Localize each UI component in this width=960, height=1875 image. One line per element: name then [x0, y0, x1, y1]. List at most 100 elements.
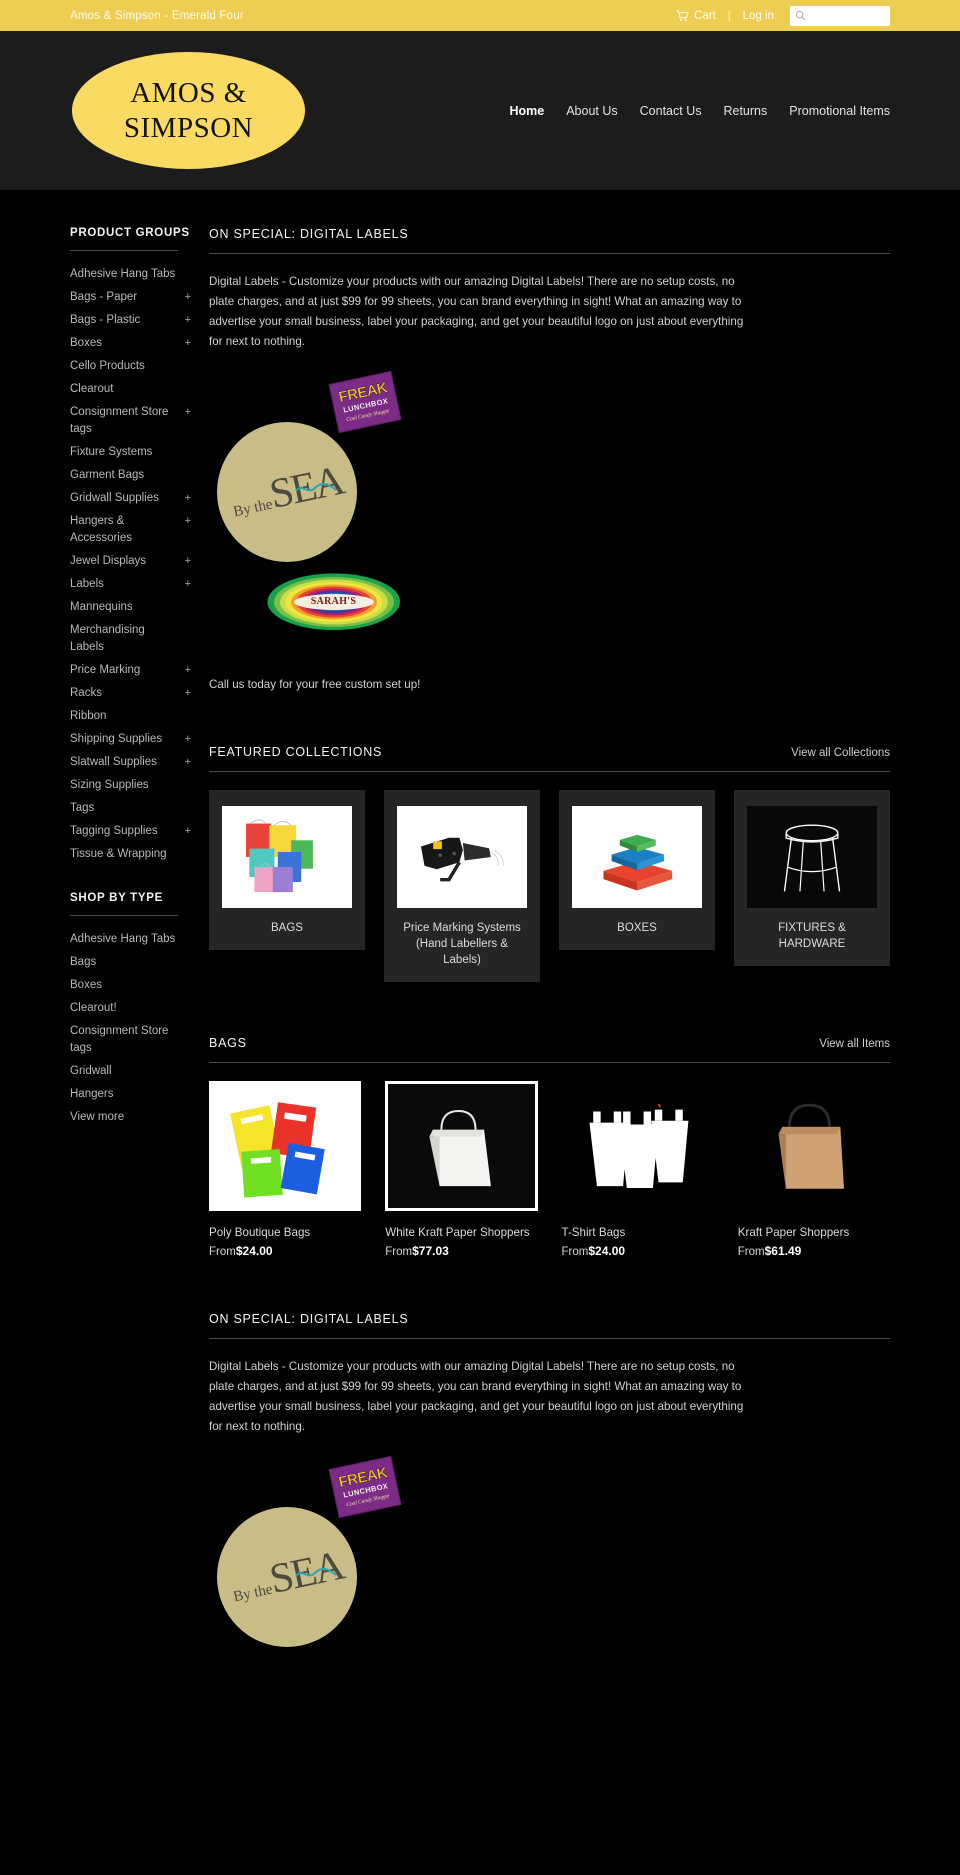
expand-icon[interactable]: + — [185, 490, 191, 507]
shop-type-item-boxes[interactable]: Boxes — [70, 974, 191, 997]
shop-type-item-gridwall[interactable]: Gridwall — [70, 1060, 191, 1083]
sidebar-item-merchandising-labels[interactable]: Merchandising Labels — [70, 619, 191, 659]
nav-item-home[interactable]: Home — [509, 104, 544, 118]
topbar-divider: | — [727, 9, 731, 22]
collection-card-bags[interactable]: BAGS — [209, 790, 365, 950]
site-logo[interactable]: AMOS & SIMPSON — [72, 52, 305, 169]
sidebar-item-hangers-accessories[interactable]: Hangers & Accessories + — [70, 510, 191, 550]
expand-icon[interactable]: + — [185, 685, 191, 702]
sidebar-item-slatwall-supplies[interactable]: Slatwall Supplies + — [70, 751, 191, 774]
search-input[interactable] — [809, 10, 885, 21]
sidebar-item-tags[interactable]: Tags — [70, 797, 191, 820]
sidebar-item-adhesive-hang-tabs[interactable]: Adhesive Hang Tabs — [70, 263, 191, 286]
stacked-boxes-icon — [603, 834, 673, 891]
expand-icon[interactable]: + — [185, 553, 191, 570]
expand-icon[interactable]: + — [185, 404, 191, 421]
cart-button[interactable]: Cart — [676, 10, 716, 22]
sidebar-item-ribbon[interactable]: Ribbon — [70, 705, 191, 728]
sidebar-item-garment-bags[interactable]: Garment Bags — [70, 464, 191, 487]
product-name: White Kraft Paper Shoppers — [385, 1226, 530, 1239]
section-divider — [209, 771, 890, 772]
shopping-cart-icon — [676, 9, 689, 22]
product-thumb — [562, 1081, 714, 1211]
nav-item-promotional-items[interactable]: Promotional Items — [789, 104, 890, 118]
sidebar-item-fixture-systems[interactable]: Fixture Systems — [70, 441, 191, 464]
product-card-poly-boutique-bags[interactable]: Poly Boutique Bags From$24.00 — [209, 1081, 362, 1258]
shop-type-item-adhesive-hang-tabs[interactable]: Adhesive Hang Tabs — [70, 928, 191, 951]
expand-icon[interactable]: + — [185, 576, 191, 593]
kraft-paper-shopper-icon — [778, 1103, 844, 1189]
sidebar-item-label: Tissue & Wrapping — [70, 848, 167, 860]
collection-thumb — [747, 806, 877, 908]
section-bags-products: BAGS View all Items Poly Boutique Bags F… — [209, 1036, 890, 1258]
nav-item-returns[interactable]: Returns — [723, 104, 767, 118]
sidebar-item-sizing-supplies[interactable]: Sizing Supplies — [70, 774, 191, 797]
collection-thumb — [572, 806, 702, 908]
main-navigation: Home About Us Contact Us Returns Promoti… — [509, 104, 890, 118]
sidebar-item-consignment-store-tags[interactable]: Consignment Store tags + — [70, 401, 191, 441]
shop-type-item-bags[interactable]: Bags — [70, 951, 191, 974]
collection-thumb — [222, 806, 352, 908]
sidebar-item-boxes[interactable]: Boxes + — [70, 332, 191, 355]
shop-type-item-clearout[interactable]: Clearout! — [70, 997, 191, 1020]
expand-icon[interactable]: + — [185, 312, 191, 329]
sidebar-item-gridwall-supplies[interactable]: Gridwall Supplies + — [70, 487, 191, 510]
price-gun-icon — [420, 837, 504, 882]
login-link[interactable]: Log in — [743, 10, 774, 22]
nav-item-about-us[interactable]: About Us — [566, 104, 617, 118]
expand-icon[interactable]: + — [185, 662, 191, 679]
expand-icon[interactable]: + — [185, 731, 191, 748]
product-card-tshirt-bags[interactable]: T-Shirt Bags From$24.00 — [562, 1081, 714, 1258]
collection-card-fixtures-hardware[interactable]: FIXTURES & HARDWARE — [734, 790, 890, 966]
sidebar-item-mannequins[interactable]: Mannequins — [70, 596, 191, 619]
product-thumb — [385, 1081, 538, 1211]
sidebar-item-tagging-supplies[interactable]: Tagging Supplies + — [70, 820, 191, 843]
by-the-sea-small-text: By the — [231, 1581, 275, 1606]
sidebar-item-price-marking[interactable]: Price Marking + — [70, 659, 191, 682]
expand-icon[interactable]: + — [185, 754, 191, 771]
sidebar-item-label: Racks — [70, 687, 102, 699]
nav-item-contact-us[interactable]: Contact Us — [640, 104, 702, 118]
poly-boutique-bags-icon — [230, 1102, 325, 1198]
expand-icon[interactable]: + — [185, 823, 191, 840]
sidebar-item-jewel-displays[interactable]: Jewel Displays + — [70, 550, 191, 573]
sidebar-item-clearout[interactable]: Clearout — [70, 378, 191, 401]
search-icon — [795, 10, 806, 21]
sidebar-item-label: Slatwall Supplies — [70, 756, 157, 768]
sidebar-item-shipping-supplies[interactable]: Shipping Supplies + — [70, 728, 191, 751]
expand-icon[interactable]: + — [185, 335, 191, 352]
section-divider — [209, 253, 890, 254]
sidebar-item-racks[interactable]: Racks + — [70, 682, 191, 705]
section-on-special: ON SPECIAL: DIGITAL LABELS Digital Label… — [209, 227, 890, 691]
view-all-collections-link[interactable]: View all Collections — [791, 747, 890, 759]
bottom-spacer — [209, 1769, 890, 1809]
price-value: $24.00 — [235, 1244, 273, 1258]
product-card-white-kraft-paper-shoppers[interactable]: White Kraft Paper Shoppers From$77.03 — [385, 1081, 538, 1258]
section-title-featured-collections: FEATURED COLLECTIONS — [209, 745, 383, 759]
sidebar-item-cello-products[interactable]: Cello Products — [70, 355, 191, 378]
sidebar-item-label: Clearout — [70, 383, 114, 395]
sidebar-divider — [70, 250, 178, 251]
expand-icon[interactable]: + — [185, 289, 191, 306]
sidebar-item-labels[interactable]: Labels + — [70, 573, 191, 596]
shop-type-item-consignment-store-tags[interactable]: Consignment Store tags — [70, 1020, 191, 1060]
collection-card-boxes[interactable]: BOXES — [559, 790, 715, 950]
collection-name: BOXES — [617, 922, 657, 934]
expand-icon[interactable]: + — [185, 513, 191, 530]
sidebar-item-bags-plastic[interactable]: Bags - Plastic + — [70, 309, 191, 332]
product-name: T-Shirt Bags — [561, 1226, 626, 1239]
sidebar-item-tissue-wrapping[interactable]: Tissue & Wrapping — [70, 843, 191, 866]
collection-card-price-marking[interactable]: Price Marking Systems (Hand Labellers & … — [384, 790, 540, 982]
sidebar-item-label: Fixture Systems — [70, 446, 153, 458]
shop-type-item-hangers[interactable]: Hangers — [70, 1083, 191, 1106]
view-all-items-link[interactable]: View all Items — [819, 1038, 890, 1050]
price-prefix: From — [209, 1246, 236, 1258]
section-featured-collections: FEATURED COLLECTIONS View all Collection… — [209, 745, 890, 982]
sidebar-item-bags-paper[interactable]: Bags - Paper + — [70, 286, 191, 309]
shop-type-item-view-more[interactable]: View more — [70, 1106, 191, 1129]
section-title-on-special: ON SPECIAL: DIGITAL LABELS — [209, 227, 409, 241]
collection-name: FIXTURES & HARDWARE — [778, 922, 846, 950]
product-card-kraft-paper-shoppers[interactable]: Kraft Paper Shoppers From$61.49 — [738, 1081, 890, 1258]
search-box[interactable] — [790, 5, 890, 26]
product-thumb — [209, 1081, 362, 1211]
